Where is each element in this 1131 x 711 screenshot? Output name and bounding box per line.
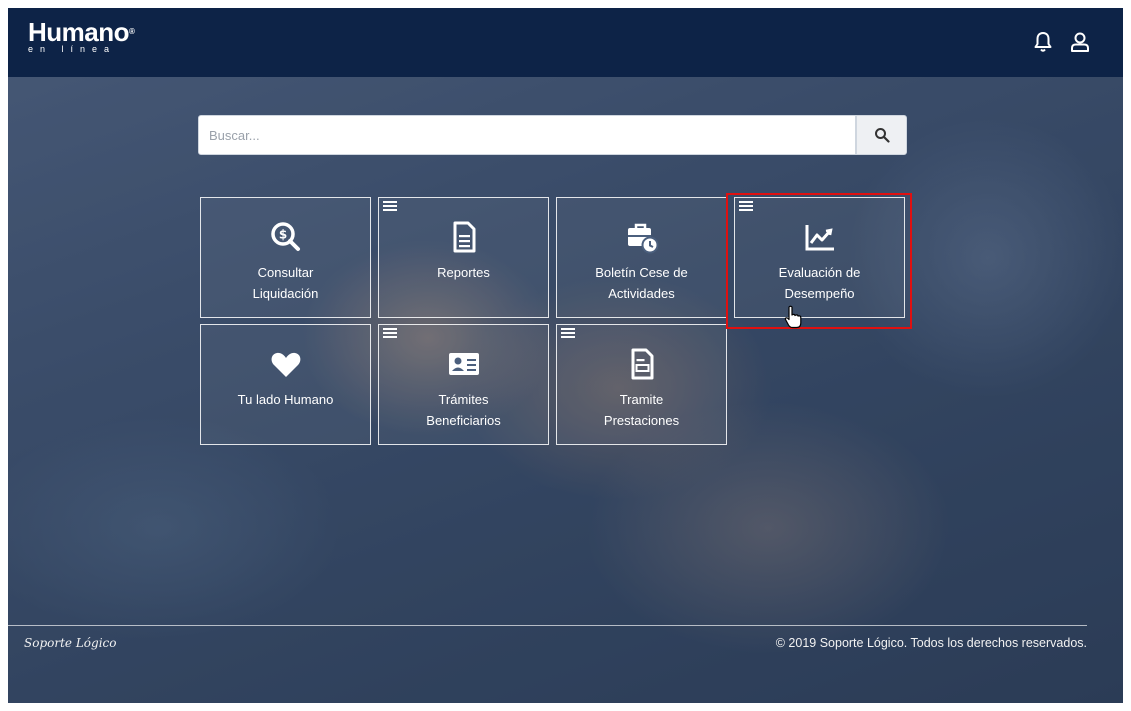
tile-label: Boletín Cese de Actividades: [595, 265, 688, 301]
logo-registered-mark: ®: [129, 27, 135, 36]
tile-menu-icon[interactable]: [383, 201, 397, 211]
search-icon: [874, 128, 890, 143]
tile-label: Trámites Beneficiarios: [426, 392, 501, 428]
briefcase-clock-icon: [627, 223, 658, 254]
tile-tramites-beneficiarios[interactable]: Trámites Beneficiarios: [378, 324, 549, 445]
footer-signature: Soporte Lógico: [24, 636, 117, 650]
file-form-icon: [631, 348, 653, 380]
search-bar: [198, 115, 907, 155]
search-dollar-icon: $: [270, 222, 300, 251]
id-card-icon: [448, 353, 479, 375]
humano-logo[interactable]: Humano® en línea: [28, 17, 135, 54]
svg-text:$: $: [278, 228, 286, 242]
logo-text: Humano: [28, 17, 130, 47]
app-window: Humano® en línea $ ConsultarLiquidación …: [8, 8, 1123, 703]
hand-cursor-icon: [784, 305, 802, 329]
user-icon[interactable]: [1068, 30, 1092, 54]
tile-menu-icon[interactable]: [383, 328, 397, 338]
highlight-box: [726, 193, 912, 329]
tile-menu-icon[interactable]: [561, 328, 575, 338]
tile-tu-lado-humano[interactable]: Tu lado Humano: [200, 324, 371, 445]
search-input[interactable]: [198, 115, 856, 155]
footer-copyright: © 2019 Soporte Lógico. Todos los derecho…: [775, 636, 1087, 650]
document-icon: [453, 221, 475, 253]
tile-boletin-cese[interactable]: Boletín Cese de Actividades: [556, 197, 727, 318]
tile-label: Reportes: [437, 265, 490, 280]
heart-icon: [271, 352, 300, 377]
tile-label: Tu lado Humano: [237, 392, 334, 407]
tile-label: Tramite Prestaciones: [603, 392, 680, 428]
bell-icon[interactable]: [1031, 30, 1055, 54]
tile-consultar-liquidacion[interactable]: $ Consultar Liquidación: [200, 197, 371, 318]
tile-label: Consultar Liquidación: [252, 265, 319, 301]
tile-reportes[interactable]: Reportes: [378, 197, 549, 318]
top-bar: Humano® en línea: [8, 8, 1123, 77]
footer-divider: [8, 625, 1087, 626]
search-button[interactable]: [856, 115, 907, 155]
tile-tramite-prestaciones[interactable]: Tramite Prestaciones: [556, 324, 727, 445]
